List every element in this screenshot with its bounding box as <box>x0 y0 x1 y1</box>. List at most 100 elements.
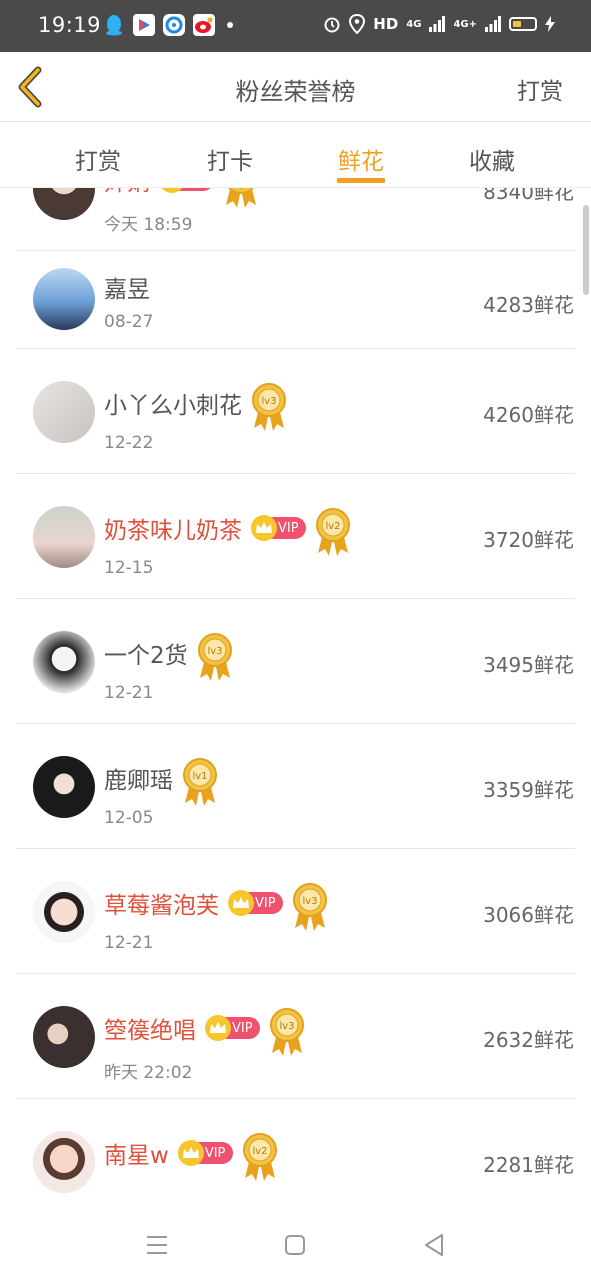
qq-icon <box>103 14 125 36</box>
level-medal-icon: lv3 <box>291 882 329 932</box>
fan-row[interactable]: 一个2货 lv3 12-21 3495鲜花 <box>16 599 575 724</box>
vip-label: VIP <box>232 1020 253 1036</box>
fan-date: 12-22 <box>104 433 154 453</box>
signal-icon-1 <box>429 16 446 32</box>
flower-count: 4260鲜花 <box>483 403 574 427</box>
tab-favorites[interactable]: 收藏 <box>452 142 532 176</box>
crown-icon <box>251 515 277 541</box>
avatar[interactable] <box>33 381 95 443</box>
status-time: 19:19 <box>38 13 102 37</box>
fan-row[interactable]: 鹿卿瑶 lv1 12-05 3359鲜花 <box>16 724 575 849</box>
location-icon <box>349 14 366 34</box>
avatar[interactable] <box>33 268 95 330</box>
level-label: lv2 <box>325 521 340 532</box>
fan-name[interactable]: 鹿卿瑶 <box>104 761 173 795</box>
fan-name[interactable]: 奶茶味儿奶茶 <box>104 511 242 545</box>
avatar[interactable] <box>33 631 95 693</box>
fan-date: 12-15 <box>104 558 154 578</box>
fan-ranking-list[interactable]: 婵娟 VIP lv3 今天 18:59 8340鲜花嘉昱 08-27 4283鲜花小丫么小刺… <box>0 188 591 1208</box>
fan-row[interactable]: 婵娟 VIP lv3 今天 18:59 8340鲜花 <box>16 188 575 251</box>
avatar[interactable] <box>33 188 95 220</box>
fan-row[interactable]: 箜篌绝唱 VIP lv3 昨天 22:02 2632鲜花 <box>16 974 575 1099</box>
status-indicators: HD 4G 4G+ <box>323 14 555 34</box>
fan-name[interactable]: 嘉昱 <box>104 270 150 304</box>
app-header: 粉丝荣誉榜 打赏 <box>0 52 591 122</box>
flower-count: 2281鲜花 <box>483 1153 574 1177</box>
back-nav-button[interactable] <box>420 1230 450 1260</box>
avatar[interactable] <box>33 756 95 818</box>
level-medal-icon: lv3 <box>268 1007 306 1057</box>
vip-badge: VIP <box>251 515 306 541</box>
signal-label-1: 4G <box>406 18 422 30</box>
avatar[interactable] <box>33 1131 95 1193</box>
crown-icon <box>177 1140 204 1166</box>
signal-label-2: 4G+ <box>453 18 477 30</box>
flower-count: 3359鲜花 <box>483 778 574 802</box>
level-medal-icon: lv2 <box>241 1132 279 1182</box>
level-label: lv3 <box>207 646 222 657</box>
battery-icon <box>509 17 537 31</box>
flower-count: 8340鲜花 <box>483 188 574 204</box>
vip-badge: VIP <box>177 1140 233 1166</box>
flower-count: 3066鲜花 <box>483 903 574 927</box>
vip-label: VIP <box>204 1145 226 1161</box>
home-nav-button[interactable] <box>280 1230 310 1260</box>
fan-date: 12-21 <box>104 683 154 703</box>
fan-name[interactable]: 南星w <box>104 1136 169 1170</box>
fan-name[interactable]: 箜篌绝唱 <box>104 1011 196 1045</box>
crown-icon <box>161 188 183 193</box>
name-line: 一个2货 lv3 <box>104 633 234 681</box>
crown-icon <box>205 1015 231 1041</box>
flower-count: 2632鲜花 <box>483 1028 574 1052</box>
fan-date: 昨天 22:02 <box>104 1063 193 1083</box>
name-line: 鹿卿瑶 lv1 <box>104 758 219 806</box>
name-line: 小丫么小刺花 lv3 <box>104 383 288 431</box>
page-title: 粉丝荣誉榜 <box>235 78 356 106</box>
level-medal-icon: lv3 <box>196 632 234 682</box>
scrollbar[interactable] <box>583 205 589 295</box>
hd-indicator: HD <box>373 15 399 33</box>
name-line: 嘉昱 <box>104 269 150 305</box>
menu-nav-button[interactable] <box>142 1230 172 1260</box>
avatar[interactable] <box>33 506 95 568</box>
level-label: lv3 <box>302 896 317 907</box>
vip-badge: VIP <box>228 890 283 916</box>
fan-name[interactable]: 小丫么小刺花 <box>104 386 242 420</box>
reward-button[interactable]: 打赏 <box>517 72 563 106</box>
notification-dot <box>227 22 233 28</box>
fan-row[interactable]: 草莓酱泡芙 VIP lv3 12-21 3066鲜花 <box>16 849 575 974</box>
fan-row[interactable]: 嘉昱 08-27 4283鲜花 <box>16 251 575 349</box>
level-medal-icon: lv1 <box>181 757 219 807</box>
system-nav-bar <box>0 1208 591 1280</box>
tab-flowers[interactable]: 鲜花 <box>321 142 401 176</box>
flower-count: 4283鲜花 <box>483 293 574 317</box>
fan-row[interactable]: 奶茶味儿奶茶 VIP lv2 12-15 3720鲜花 <box>16 474 575 599</box>
name-line: 婵娟 VIP lv3 <box>104 188 260 208</box>
tab-bar: 打赏 打卡 鲜花 收藏 <box>0 122 591 188</box>
level-label: lv3 <box>261 396 276 407</box>
flower-count: 3720鲜花 <box>483 528 574 552</box>
level-label: lv1 <box>192 771 207 782</box>
fan-date: 12-21 <box>104 933 154 953</box>
alarm-icon <box>324 17 340 33</box>
fan-date: 今天 18:59 <box>104 215 193 235</box>
fan-name[interactable]: 一个2货 <box>104 636 188 670</box>
level-medal-icon: lv3 <box>250 382 288 432</box>
tab-reward[interactable]: 打赏 <box>58 142 138 176</box>
avatar[interactable] <box>33 1006 95 1068</box>
vip-label: VIP <box>278 520 299 536</box>
fan-row[interactable]: 小丫么小刺花 lv3 12-22 4260鲜花 <box>16 349 575 474</box>
status-app-icons <box>103 14 233 36</box>
signal-icon-2 <box>485 16 501 32</box>
fan-name[interactable]: 婵娟 <box>104 188 150 197</box>
active-tab-indicator <box>337 178 385 183</box>
avatar[interactable] <box>33 881 95 943</box>
charging-icon <box>545 16 555 32</box>
fan-name[interactable]: 草莓酱泡芙 <box>104 886 219 920</box>
name-line: 草莓酱泡芙 VIP lv3 <box>104 883 329 931</box>
status-bar: 19:19 HD 4G 4G+ <box>0 0 591 52</box>
tab-checkin[interactable]: 打卡 <box>190 142 270 176</box>
fan-row[interactable]: 南星w VIP lv2 2281鲜花 <box>16 1099 575 1208</box>
name-line: 箜篌绝唱 VIP lv3 <box>104 1008 306 1056</box>
browser-icon <box>163 14 185 36</box>
